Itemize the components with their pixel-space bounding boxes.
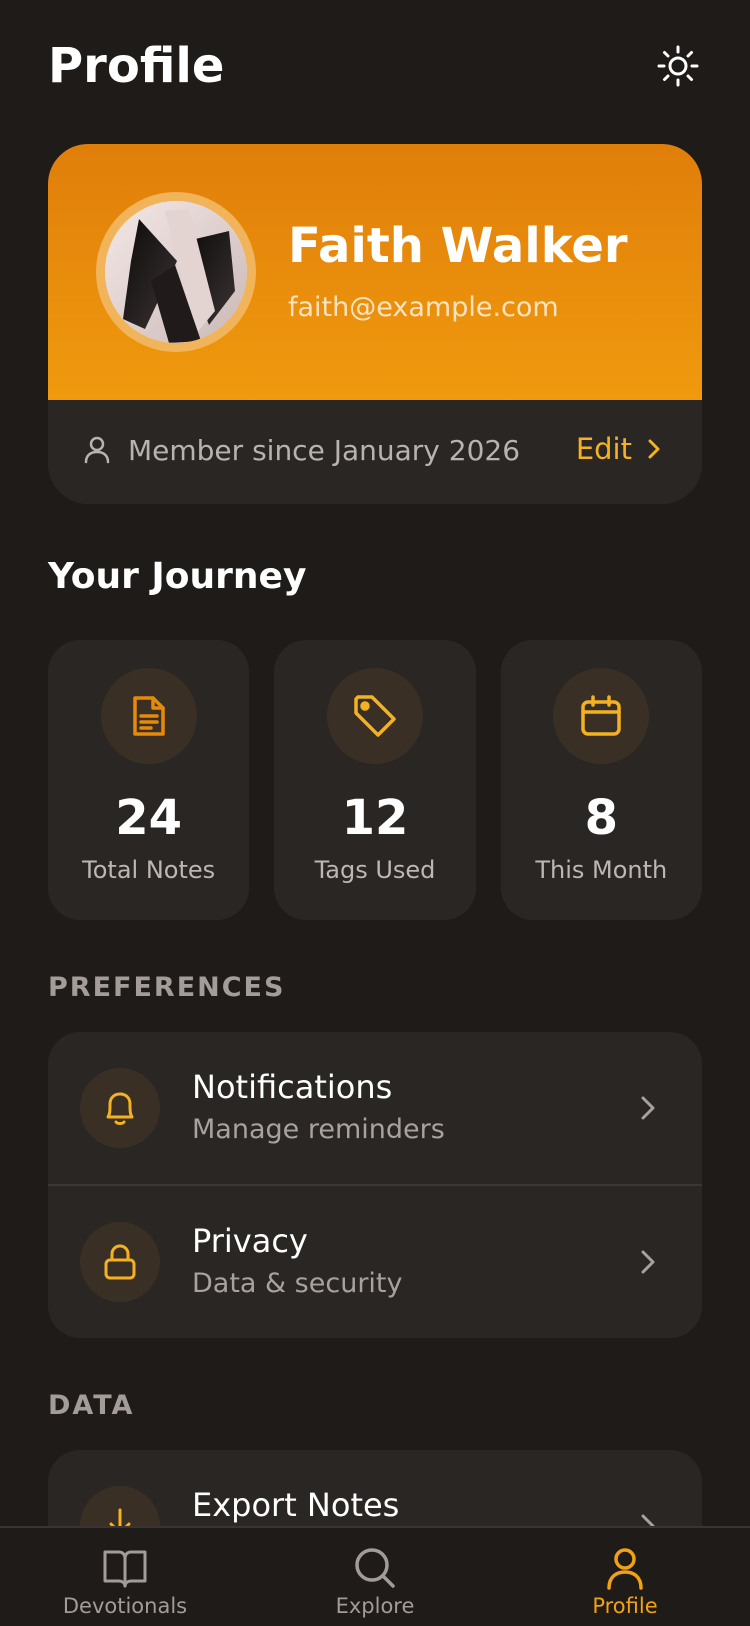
stat-card-this-month[interactable]: 8 This Month [500, 640, 702, 920]
stat-value: 8 [584, 790, 619, 846]
preferences-title: PREFERENCES [48, 972, 286, 1003]
row-icon-bg [80, 1068, 160, 1148]
chevron-right-icon [641, 1096, 655, 1120]
stats-row: 24 Total Notes 12 Tags Used 8 This Month [48, 640, 702, 920]
stat-icon-bg [100, 668, 197, 764]
lock-icon [104, 1244, 136, 1280]
stat-label: This Month [535, 856, 668, 884]
tag-icon [354, 695, 396, 737]
avatar-image [105, 201, 247, 343]
stat-label: Total Notes [82, 856, 216, 884]
nav-label: Explore [335, 1594, 415, 1618]
stat-value: 24 [115, 790, 183, 846]
stat-value: 12 [341, 790, 409, 846]
user-email: faith@example.com [288, 292, 559, 323]
row-subtitle: Manage reminders [192, 1114, 445, 1145]
calendar-icon [581, 695, 622, 736]
nav-item-devotionals[interactable]: Devotionals [0, 1528, 250, 1626]
nav-label: Profile [592, 1594, 658, 1618]
chevron-right-icon [648, 439, 660, 459]
profile-meta: Member since January 2026 Edit [48, 400, 702, 504]
avatar[interactable] [96, 192, 256, 352]
nav-label: Devotionals [62, 1594, 188, 1618]
edit-label: Edit [575, 432, 632, 466]
nav-item-explore[interactable]: Explore [250, 1528, 500, 1626]
stat-card-tags-used[interactable]: 12 Tags Used [274, 640, 476, 920]
search-icon [355, 1548, 395, 1588]
document-icon [132, 696, 165, 736]
header: Profile [48, 36, 702, 96]
user-icon [84, 436, 110, 464]
stat-label: Tags Used [314, 856, 436, 884]
chevron-right-icon [641, 1250, 655, 1274]
row-title: Privacy [192, 1222, 308, 1260]
row-title: Export Notes [192, 1486, 400, 1524]
edit-profile-button[interactable]: Edit [576, 432, 662, 466]
journey-title: Your Journey [48, 556, 307, 597]
bottom-nav: Devotionals Explore Profile [0, 1526, 750, 1626]
list-item-privacy[interactable]: Privacy Data & security [48, 1184, 702, 1338]
list-item-notifications[interactable]: Notifications Manage reminders [48, 1032, 702, 1184]
row-icon-bg [80, 1222, 160, 1302]
book-icon [103, 1550, 147, 1588]
member-since-text: Member since January 2026 [128, 434, 521, 467]
profile-card: Faith Walker faith@example.com Member si… [48, 144, 702, 504]
preferences-list: Notifications Manage reminders Privacy D… [48, 1032, 702, 1338]
user-name: Faith Walker [288, 218, 628, 274]
page-title: Profile [48, 38, 225, 94]
row-subtitle: Data & security [192, 1268, 403, 1299]
stat-card-total-notes[interactable]: 24 Total Notes [48, 640, 250, 920]
row-title: Notifications [192, 1068, 393, 1106]
user-icon [607, 1548, 643, 1590]
sun-icon [657, 45, 699, 87]
nav-item-profile[interactable]: Profile [500, 1528, 750, 1626]
profile-banner: Faith Walker faith@example.com [48, 144, 702, 400]
data-title: DATA [48, 1390, 135, 1421]
bell-icon [106, 1092, 134, 1125]
stat-icon-bg [553, 668, 650, 764]
theme-toggle-button[interactable] [654, 42, 702, 90]
stat-icon-bg [326, 668, 423, 764]
